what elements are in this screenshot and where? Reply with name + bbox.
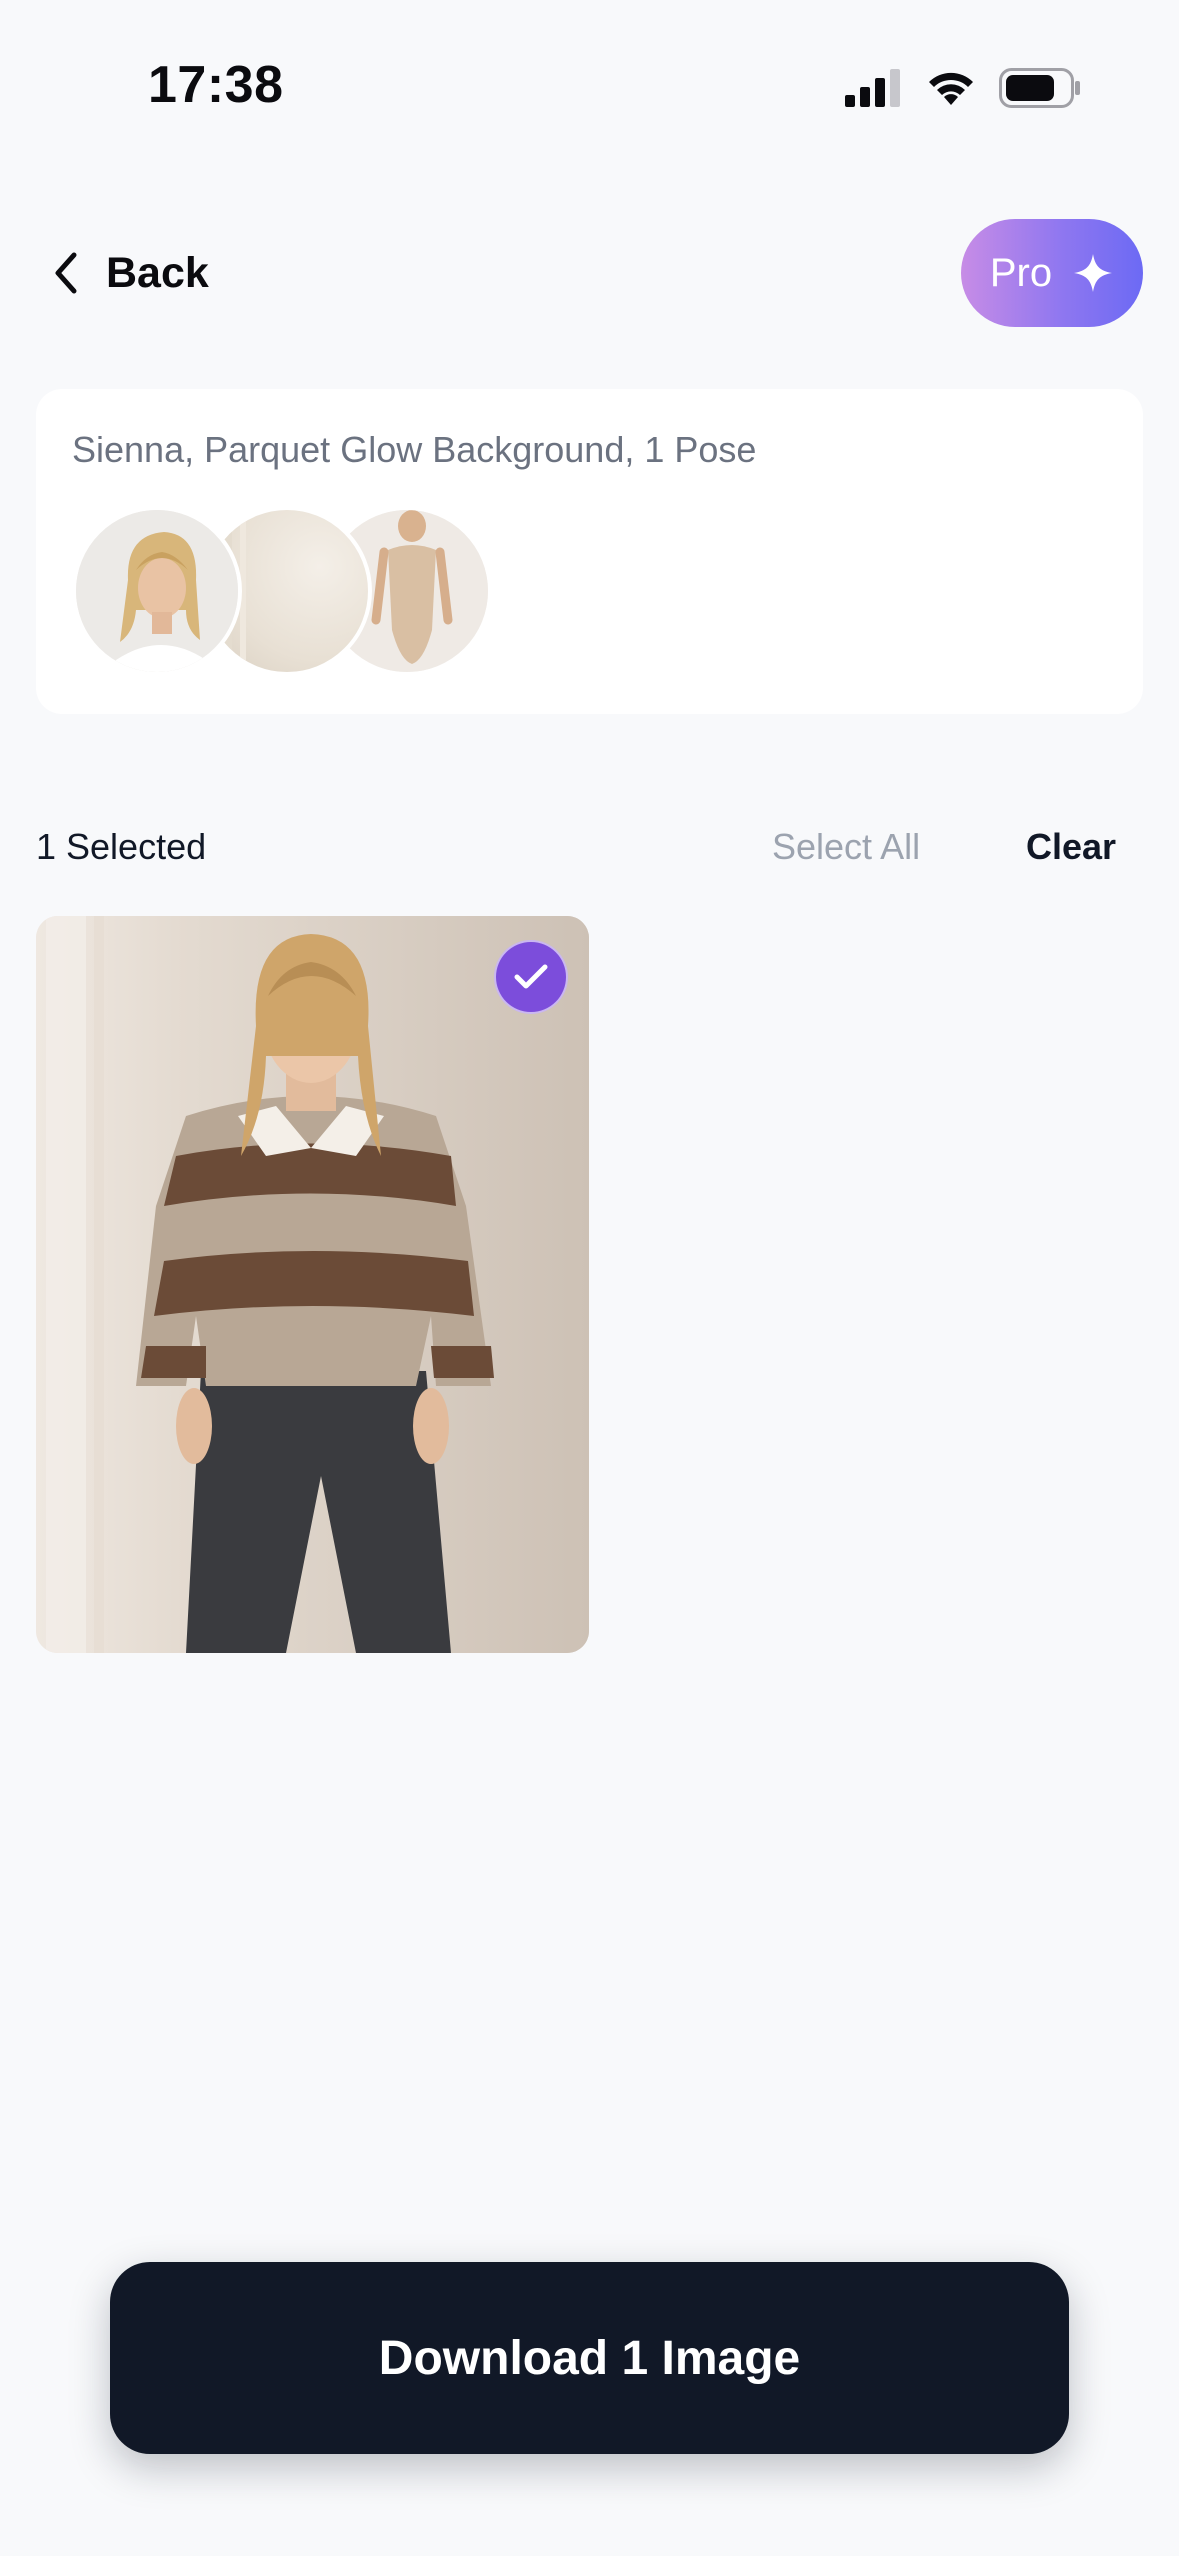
summary-text: Sienna, Parquet Glow Background, 1 Pose (72, 429, 757, 470)
check-icon (514, 964, 548, 989)
generated-image-tile[interactable] (36, 916, 589, 1653)
status-icons (845, 66, 1081, 110)
wifi-icon (929, 72, 973, 105)
select-all-button[interactable]: Select All (772, 826, 920, 868)
model-thumbnail (72, 506, 242, 676)
pro-label: Pro (989, 250, 1053, 295)
selected-count: 1 Selected (36, 826, 207, 867)
generated-image (36, 916, 589, 1653)
download-label: Download 1 Image (378, 2331, 801, 2385)
generation-summary-card: Sienna, Parquet Glow Background, 1 Pose (36, 389, 1143, 714)
app-screen: 17:38 Back Pro Sienna, Parquet Glow Back… (0, 0, 1179, 2556)
sparkle-icon (1074, 254, 1113, 292)
download-button[interactable]: Download 1 Image (110, 2262, 1069, 2454)
status-bar: 17:38 (0, 0, 1179, 175)
back-label: Back (106, 248, 209, 297)
chevron-left-icon (55, 252, 77, 294)
summary-thumbnails (72, 506, 492, 676)
battery-icon (999, 68, 1080, 108)
selected-checkmark[interactable] (494, 940, 568, 1014)
pro-button[interactable]: Pro (961, 219, 1143, 327)
back-button[interactable]: Back (52, 240, 209, 306)
clear-button[interactable]: Clear (1026, 826, 1116, 868)
status-time: 17:38 (148, 56, 284, 114)
cellular-signal-icon (845, 69, 900, 107)
